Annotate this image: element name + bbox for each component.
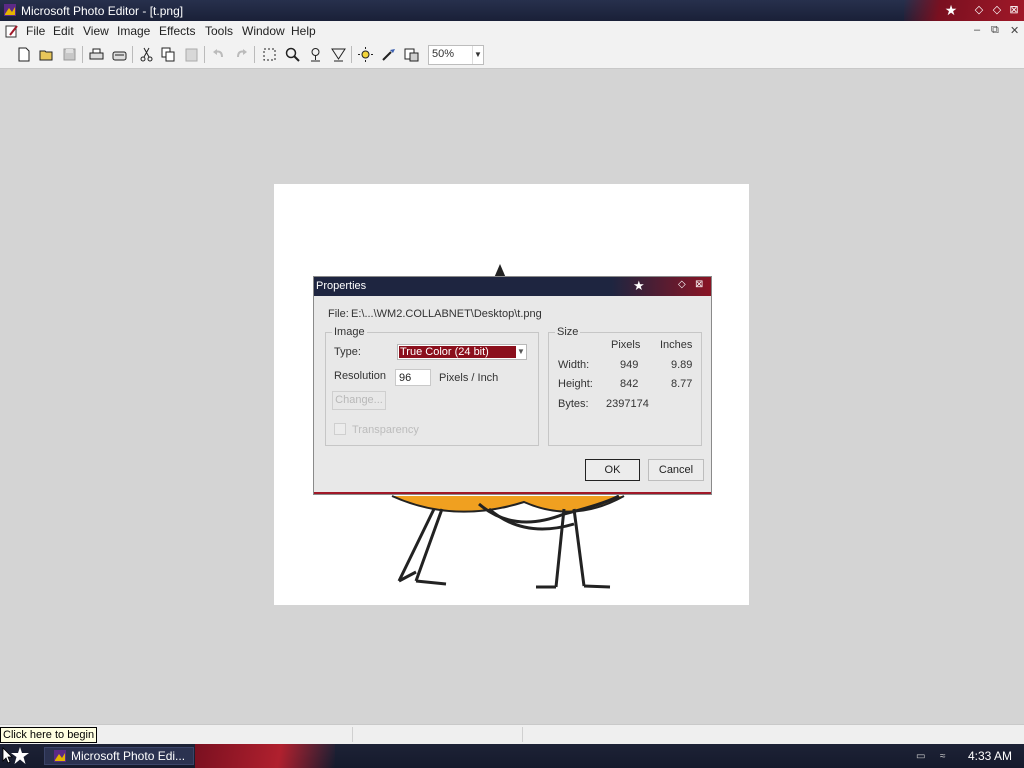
taskbar-decoration (195, 744, 335, 768)
status-segment (522, 727, 523, 742)
app-titlebar: Microsoft Photo Editor - [t.png] ★ ◇ ◇ ⊠ (0, 0, 1024, 21)
scan-icon[interactable] (111, 46, 128, 63)
paste-icon[interactable] (183, 46, 200, 63)
menu-tools[interactable]: Tools (205, 24, 233, 38)
start-button[interactable] (2, 746, 32, 766)
col-pixels: Pixels (611, 339, 641, 351)
start-tooltip: Click here to begin (0, 727, 98, 743)
sharpen-icon[interactable] (330, 46, 347, 63)
mdi-restore-button[interactable]: ⧉ (991, 24, 999, 37)
photo-editor-icon (4, 4, 16, 16)
toolbar-separator (82, 46, 83, 63)
network-icon[interactable]: ≈ (940, 751, 946, 762)
new-icon[interactable] (15, 46, 32, 63)
change-button[interactable]: Change... (332, 391, 386, 410)
file-label: File: (328, 308, 349, 320)
dialog-accent (314, 492, 711, 494)
statusbar (0, 724, 1024, 745)
maximize-button[interactable]: ◇ (990, 3, 1004, 17)
select-icon[interactable] (261, 46, 278, 63)
col-inches: Inches (660, 339, 693, 351)
resolution-unit: Pixels / Inch (439, 372, 499, 384)
mdi-minimize-button[interactable]: – (974, 24, 980, 36)
taskbar-item-photo-editor[interactable]: Microsoft Photo Edi... (44, 747, 194, 765)
clock[interactable]: 4:33 AM (968, 749, 1012, 763)
cancel-button[interactable]: Cancel (648, 459, 704, 481)
width-pixels: 949 (620, 359, 639, 371)
mdi-close-button[interactable]: ✕ (1010, 24, 1019, 37)
eyedropper-icon[interactable] (380, 46, 397, 63)
close-button[interactable]: ⊠ (1007, 3, 1021, 17)
menu-effects[interactable]: Effects (159, 24, 195, 38)
open-icon[interactable] (38, 46, 55, 63)
type-label: Type: (334, 346, 361, 358)
menu-view[interactable]: View (83, 24, 109, 38)
height-inches: 8.77 (671, 378, 693, 390)
chevron-down-icon[interactable]: ▼ (516, 345, 526, 359)
menubar: File Edit View Image Effects Tools Windo… (0, 21, 1024, 41)
bytes-label: Bytes: (558, 398, 589, 410)
print-icon[interactable] (88, 46, 105, 63)
dialog-titlebar[interactable]: Properties ★ ◇ ⊠ (314, 277, 711, 296)
checkbox-icon[interactable] (334, 423, 346, 435)
redo-icon[interactable] (233, 46, 250, 63)
height-label: Height: (558, 378, 593, 390)
file-path: E:\...\WM2.COLLABNET\Desktop\t.png (351, 308, 542, 320)
image-group-label: Image (332, 326, 367, 338)
width-label: Width: (558, 359, 590, 371)
properties-dialog: Properties ★ ◇ ⊠ File: E:\...\WM2.COLLAB… (313, 276, 712, 495)
toolbar (0, 41, 1024, 69)
help-button[interactable]: ◇ (678, 279, 686, 290)
menu-window[interactable]: Window (242, 24, 285, 38)
save-icon[interactable] (61, 46, 78, 63)
bytes-value: 2397174 (606, 398, 649, 410)
zoom-value: 50% (432, 48, 455, 60)
menu-help[interactable]: Help (291, 24, 316, 38)
transparency-label: Transparency (352, 424, 419, 436)
properties-icon[interactable] (403, 46, 420, 63)
toolbar-separator (254, 46, 255, 63)
star-icon: ★ (944, 2, 958, 18)
resolution-input[interactable]: 96 (395, 369, 431, 386)
copy-icon[interactable] (160, 46, 177, 63)
width-inches: 9.89 (671, 359, 693, 371)
photo-editor-icon (54, 750, 66, 762)
toolbar-separator (204, 46, 205, 63)
ok-button[interactable]: OK (585, 459, 640, 481)
taskbar: Microsoft Photo Edi... ▭ ≈ 4:33 AM (0, 744, 1024, 768)
menu-edit[interactable]: Edit (53, 24, 74, 38)
smudge-icon[interactable] (307, 46, 324, 63)
status-segment (352, 727, 353, 742)
zoom-select[interactable]: 50% ▼ (428, 45, 484, 65)
keyboard-icon[interactable]: ▭ (916, 751, 925, 762)
document-icon (5, 25, 18, 38)
taskbar-item-label: Microsoft Photo Edi... (71, 749, 186, 763)
height-pixels: 842 (620, 378, 639, 390)
minimize-button[interactable]: ◇ (972, 3, 986, 17)
type-select[interactable]: True Color (24 bit) ▼ (397, 344, 527, 360)
resolution-label: Resolution (334, 370, 386, 382)
undo-icon[interactable] (210, 46, 227, 63)
toolbar-separator (351, 46, 352, 63)
type-value: True Color (24 bit) (399, 346, 516, 358)
menu-file[interactable]: File (26, 24, 45, 38)
title-decoration (904, 0, 1024, 21)
brightness-icon[interactable] (357, 46, 374, 63)
size-group-label: Size (555, 326, 581, 338)
dialog-close-button[interactable]: ⊠ (695, 279, 703, 290)
chevron-down-icon[interactable]: ▼ (472, 46, 483, 64)
star-icon: ★ (633, 278, 645, 293)
transparency-checkbox[interactable]: Transparency (334, 423, 419, 436)
window-title: Microsoft Photo Editor - [t.png] (21, 4, 184, 18)
zoom-icon[interactable] (284, 46, 301, 63)
dialog-title: Properties (316, 280, 367, 292)
cut-icon[interactable] (138, 46, 155, 63)
toolbar-separator (132, 46, 133, 63)
menu-image[interactable]: Image (117, 24, 150, 38)
